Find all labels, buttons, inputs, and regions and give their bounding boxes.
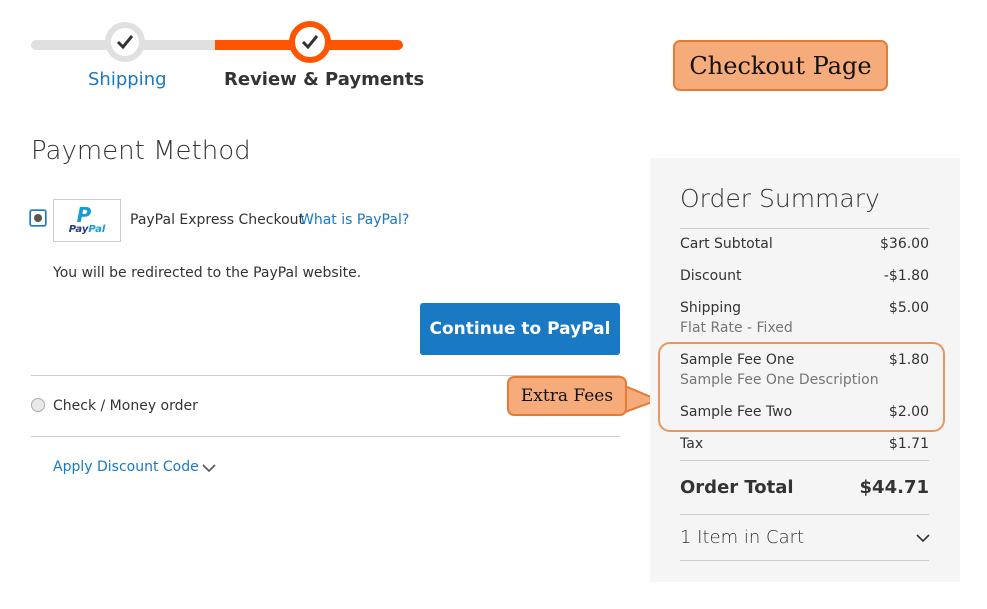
step-shipping-marker bbox=[105, 22, 145, 62]
check-money-label[interactable]: Check / Money order bbox=[53, 398, 198, 414]
shipping-label: Shipping bbox=[680, 300, 742, 316]
fee-one-label: Sample Fee One bbox=[680, 352, 795, 368]
apply-discount-link[interactable]: Apply Discount Code bbox=[53, 459, 199, 475]
checkout-page-callout: Checkout Page bbox=[673, 40, 888, 91]
continue-to-paypal-button[interactable]: Continue to PayPal bbox=[420, 303, 620, 355]
divider bbox=[31, 436, 620, 437]
paypal-method-label: PayPal Express Checkout bbox=[130, 212, 305, 228]
extra-fees-callout: Extra Fees bbox=[507, 376, 627, 416]
subtotal-value: $36.00 bbox=[880, 236, 929, 252]
fee-two-value: $2.00 bbox=[888, 404, 929, 420]
payment-method-title: Payment Method bbox=[31, 136, 251, 166]
paypal-logo: P PayPal bbox=[53, 199, 121, 242]
step-review-marker bbox=[289, 21, 331, 63]
order-summary-title: Order Summary bbox=[680, 184, 880, 213]
divider bbox=[680, 460, 929, 461]
divider bbox=[31, 375, 620, 376]
step-shipping-link[interactable]: Shipping bbox=[88, 69, 167, 90]
chevron-down-icon[interactable] bbox=[202, 463, 216, 473]
shipping-method: Flat Rate - Fixed bbox=[680, 320, 793, 336]
chevron-down-icon[interactable] bbox=[916, 533, 930, 543]
what-is-paypal-link[interactable]: What is PayPal? bbox=[300, 212, 409, 228]
discount-value: -$1.80 bbox=[883, 268, 929, 284]
divider bbox=[680, 228, 929, 229]
fee-one-value: $1.80 bbox=[888, 352, 929, 368]
check-money-radio[interactable] bbox=[31, 398, 45, 412]
paypal-radio[interactable] bbox=[30, 210, 46, 226]
step-review-label: Review & Payments bbox=[224, 69, 425, 90]
checkmark-icon bbox=[116, 35, 134, 50]
paypal-mark-icon: P bbox=[76, 203, 92, 227]
tax-label: Tax bbox=[680, 436, 704, 452]
order-total-label: Order Total bbox=[680, 477, 794, 498]
redirect-note: You will be redirected to the PayPal web… bbox=[53, 265, 362, 281]
divider bbox=[680, 514, 929, 515]
order-total-value: $44.71 bbox=[859, 477, 929, 498]
fee-two-label: Sample Fee Two bbox=[680, 404, 793, 420]
shipping-value: $5.00 bbox=[888, 300, 929, 316]
items-in-cart-toggle[interactable]: 1 Item in Cart bbox=[680, 527, 804, 548]
divider bbox=[680, 560, 929, 561]
subtotal-label: Cart Subtotal bbox=[680, 236, 773, 252]
paypal-wordmark: PayPal bbox=[68, 224, 106, 235]
fee-one-description: Sample Fee One Description bbox=[680, 372, 879, 388]
tax-value: $1.71 bbox=[888, 436, 929, 452]
discount-label: Discount bbox=[680, 268, 742, 284]
checkmark-icon bbox=[301, 35, 319, 50]
